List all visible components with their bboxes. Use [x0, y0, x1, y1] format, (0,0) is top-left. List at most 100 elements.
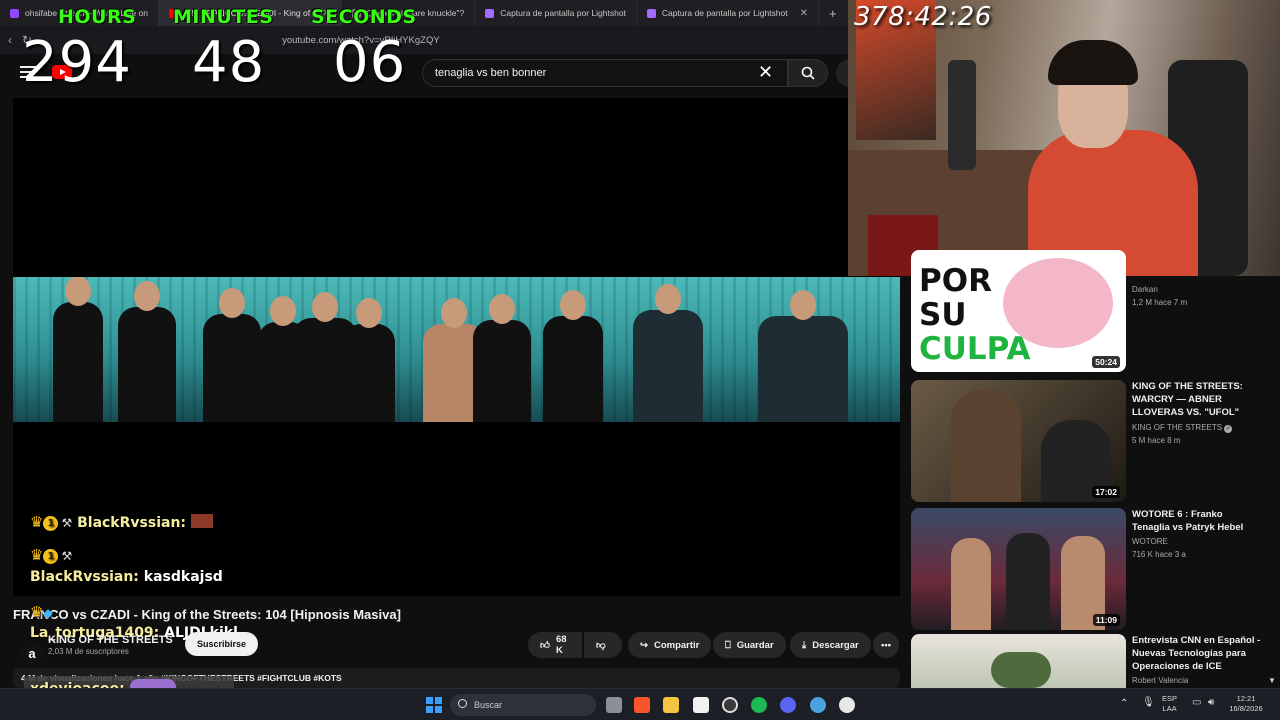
more-actions-button[interactable]: ••• — [873, 632, 899, 658]
tab-lightshot-2[interactable]: Captura de pantalla por Lightshot ✕ — [637, 0, 819, 26]
video-stats: 1,2 M hace 7 m — [1132, 298, 1188, 307]
discord-icon[interactable] — [780, 697, 796, 713]
video-thumbnail[interactable]: 11:09 — [911, 508, 1126, 630]
seconds-label: SECONDS — [311, 6, 417, 28]
spotify-icon[interactable] — [751, 697, 767, 713]
crown-icon: ♛ — [30, 513, 44, 531]
minutes-value: 48 — [192, 30, 266, 95]
clock[interactable]: 12:21 16/8/2026 — [1224, 694, 1268, 714]
video-thumbnail[interactable] — [911, 634, 1126, 688]
chrome-icon[interactable] — [722, 697, 738, 713]
back-icon[interactable]: ‹ — [8, 33, 12, 47]
chat-message: ♛ 1 ⚒ BlackRvssian: — [30, 513, 213, 531]
video-channel[interactable]: Robert Valencia — [1132, 674, 1188, 687]
save-button[interactable]: ⎕ Guardar — [713, 632, 786, 658]
fighter-figure — [951, 390, 1021, 502]
pickaxe-icon: ⚒ — [61, 549, 73, 563]
chat-badges: ♛ 1 ⚒ — [30, 546, 72, 564]
scroll-down-arrow[interactable]: ▼ — [1268, 676, 1276, 685]
language-indicator[interactable]: ESP LAA — [1162, 694, 1177, 714]
fighter-figure — [53, 277, 103, 422]
search-icon — [801, 66, 815, 80]
ccleaner-icon[interactable] — [810, 697, 826, 713]
video-title[interactable]: Entrevista CNN en Español - Nuevas Tecno… — [1132, 634, 1262, 673]
video-duration: 50:24 — [1092, 356, 1120, 368]
chat-text: kasdkajsd — [143, 569, 223, 585]
stream-uptime-timer: 378:42:26 — [854, 2, 992, 32]
skull-icon[interactable] — [839, 697, 855, 713]
verified-icon: ✓ — [1224, 425, 1233, 433]
pickaxe-icon: ⚒ — [61, 516, 73, 530]
app-icon[interactable] — [693, 697, 709, 713]
fighter-figure — [951, 538, 991, 630]
share-button[interactable]: ↪ Compartir — [628, 632, 712, 658]
windows-taskbar: Buscar ⌃ 🎙︎ ESP LAA ▭ 🔊︎ 12:21 16/8/2026 — [0, 688, 1280, 720]
gem-icon: ◆ — [43, 606, 53, 620]
fighter-figure — [343, 298, 395, 422]
close-tab-icon[interactable]: ✕ — [800, 8, 808, 19]
video-title[interactable]: KING OF THE STREETS: WARCRY — ABNER LLOV… — [1132, 380, 1262, 419]
new-tab-button[interactable]: + — [819, 6, 847, 21]
chat-message: BlackRvssian: kasdkajsd — [30, 569, 223, 585]
brave-icon[interactable] — [634, 697, 650, 713]
channel-name[interactable]: KING OF THE STREETS — [48, 634, 173, 646]
fighter-figure — [543, 290, 603, 422]
chat-username: BlackRvssian: — [30, 569, 139, 585]
video-title: FRANCO vs CZADI - King of the Streets: 1… — [13, 607, 401, 622]
tab-lightshot-1[interactable]: Captura de pantalla por Lightshot — [475, 0, 637, 26]
channel-avatar[interactable]: a — [20, 642, 44, 666]
tray-chevron-icon[interactable]: ⌃ — [1120, 699, 1128, 709]
minutes-label: MINUTES — [173, 6, 274, 28]
chat-badges: ♛◆ — [30, 603, 53, 621]
video-channel[interactable]: Darkan — [1132, 283, 1158, 296]
fighter-figure — [758, 290, 848, 422]
thumbs-up-icon: 👍︎ — [540, 640, 550, 651]
volume-icon[interactable]: 🔊︎ — [1208, 698, 1214, 708]
fighter-figure — [203, 288, 261, 422]
search-input[interactable]: tenaglia vs ben bonner — [422, 59, 788, 87]
seconds-value: 06 — [333, 30, 407, 95]
recommended-video[interactable]: Entrevista CNN en Español - Nuevas Tecno… — [911, 634, 1271, 688]
hours-label: HOURS — [58, 6, 137, 28]
crown-icon: ♛ — [30, 546, 44, 564]
twitch-icon — [10, 8, 19, 18]
fighter-figure — [1006, 533, 1050, 630]
sub-badge: 1 — [43, 549, 59, 564]
taskbar-search[interactable]: Buscar — [450, 694, 596, 716]
crown-icon: ♛ — [30, 603, 44, 621]
dislike-button[interactable]: 👎︎ — [584, 632, 622, 658]
download-icon: ⤓ — [802, 639, 807, 651]
search-button[interactable] — [788, 59, 828, 87]
bookmark-icon: ⎕ — [725, 639, 731, 651]
video-title[interactable]: WOTORE 6 : Franko Tenaglia vs Patryk Heb… — [1132, 508, 1262, 534]
microphone-icon[interactable]: 🎙︎ — [1142, 698, 1155, 708]
video-frame[interactable] — [13, 277, 900, 422]
crowd-figure — [991, 652, 1051, 688]
download-button[interactable]: ⤓ Descargar — [790, 632, 871, 658]
sub-badge: 1 — [43, 516, 59, 531]
streamer-hair — [1048, 40, 1138, 85]
video-duration: 17:02 — [1092, 486, 1120, 498]
task-view-icon[interactable] — [606, 697, 622, 713]
video-duration: 11:09 — [1092, 614, 1120, 626]
like-button[interactable]: 👍︎ 68 K — [528, 632, 582, 658]
windows-start-icon[interactable] — [426, 697, 442, 713]
subscribe-button[interactable]: Suscribirse — [185, 632, 259, 656]
fighter-figure — [118, 281, 176, 422]
video-thumbnail[interactable]: POR SU CULPA 50:24 — [911, 250, 1126, 372]
share-icon: ↪ — [640, 639, 648, 651]
subscriber-count: 2,03 M de suscriptores — [48, 647, 129, 656]
chat-username: BlackRvssian: — [77, 515, 187, 531]
thermos — [948, 60, 976, 170]
clear-search-icon[interactable]: ✕ — [758, 62, 773, 82]
feather-icon — [485, 8, 495, 18]
feather-icon — [646, 8, 656, 18]
video-stats: 5 M hace 8 m — [1132, 436, 1181, 445]
video-channel[interactable]: WOTORE — [1132, 535, 1168, 548]
network-icon[interactable]: ▭ — [1192, 698, 1201, 708]
hours-value: 294 — [22, 30, 132, 95]
folder-icon[interactable] — [663, 697, 679, 713]
video-channel[interactable]: KING OF THE STREETS ✓ — [1132, 421, 1233, 434]
video-thumbnail[interactable]: 17:02 — [911, 380, 1126, 502]
fighter-figure — [633, 284, 703, 422]
